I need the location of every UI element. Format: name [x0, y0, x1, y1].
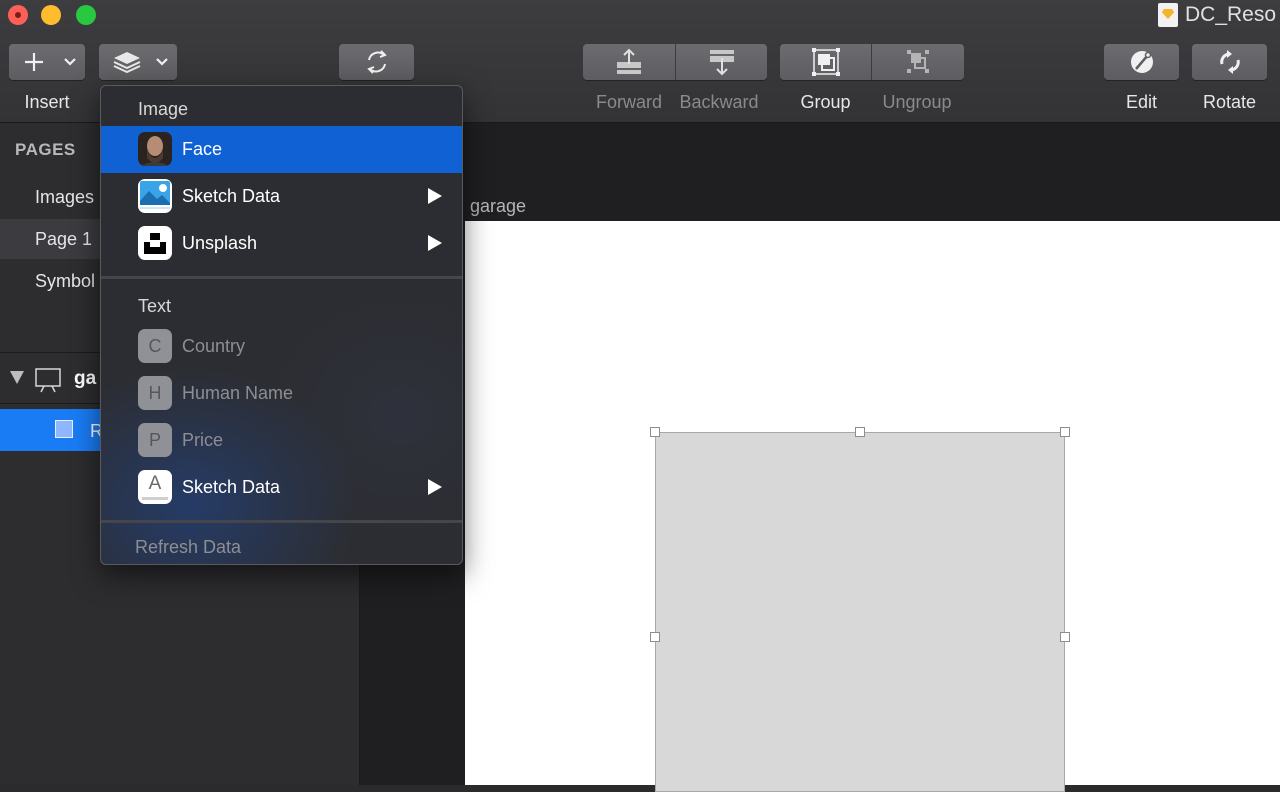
bring-forward-icon: [617, 48, 641, 74]
menu-item-face[interactable]: Face: [101, 126, 462, 173]
layer-name-artboard: ga: [74, 368, 97, 389]
menu-section-image: Image: [138, 99, 189, 119]
artboard-label[interactable]: garage: [470, 196, 526, 217]
backward-label: Backward: [679, 92, 759, 112]
edit-icon: [1130, 51, 1153, 73]
pages-header: PAGES: [15, 140, 76, 159]
menu-item-unsplash[interactable]: Unsplash: [101, 220, 462, 267]
menu-separator: [101, 520, 462, 523]
menu-item-label: Country: [182, 336, 246, 356]
page-item-label: Symbol: [35, 271, 96, 291]
menu-separator: [101, 276, 462, 279]
menu-item-price[interactable]: P Price: [101, 417, 462, 464]
submenu-arrow-icon: [428, 479, 442, 495]
group-button[interactable]: [780, 44, 871, 80]
rectangle-layer-icon: [55, 420, 73, 438]
insert-button[interactable]: [9, 44, 85, 80]
menu-item-refresh-data[interactable]: Refresh Data: [135, 537, 241, 558]
window-title-text: DC_Reso: [1185, 3, 1277, 26]
backward-button[interactable]: [676, 44, 767, 80]
resize-handle-top-right[interactable]: [1060, 427, 1070, 437]
menu-item-country[interactable]: C Country: [101, 323, 462, 370]
submenu-arrow-icon: [428, 188, 442, 204]
ungroup-icon: [907, 50, 929, 73]
selected-rectangle-shape[interactable]: [655, 432, 1065, 792]
face-photo-icon: [138, 132, 172, 166]
data-menu: Image Face Sketch Data Unsplash Text C C…: [100, 85, 463, 565]
send-backward-icon: [709, 50, 734, 76]
refresh-icon: [366, 50, 387, 74]
window-title: DC_Reso: [1158, 2, 1276, 28]
plus-icon: [25, 53, 76, 71]
letter-p-icon: P: [138, 423, 172, 457]
sketch-document-icon: [1158, 3, 1178, 27]
menu-item-label: Human Name: [182, 383, 294, 403]
resize-handle-top-left[interactable]: [650, 427, 660, 437]
group-icon: [811, 48, 840, 76]
edit-button[interactable]: [1104, 44, 1179, 80]
menu-item-sketch-data-text[interactable]: A Sketch Data: [101, 464, 462, 511]
data-button[interactable]: [99, 44, 177, 80]
submenu-arrow-icon: [428, 235, 442, 251]
edit-label: Edit: [1125, 92, 1158, 112]
sketch-data-text-icon: A: [138, 470, 172, 504]
window-minimize-button[interactable]: [41, 5, 61, 25]
insert-label: Insert: [24, 92, 70, 112]
menu-item-label: Price: [182, 430, 224, 450]
ungroup-button[interactable]: [872, 44, 964, 80]
sketch-data-image-icon: [138, 179, 172, 213]
resize-handle-left[interactable]: [650, 632, 660, 642]
ungroup-label: Ungroup: [882, 92, 952, 112]
forward-label: Forward: [595, 92, 662, 112]
page-item-label: Page 1: [35, 229, 93, 249]
window-zoom-button[interactable]: [76, 5, 96, 25]
menu-item-sketch-data-image[interactable]: Sketch Data: [101, 173, 462, 220]
forward-button[interactable]: [583, 44, 675, 80]
menu-item-label: Sketch Data: [182, 186, 281, 206]
letter-h-icon: H: [138, 376, 172, 410]
unsplash-icon: [138, 226, 172, 260]
menu-item-label: Unsplash: [182, 233, 258, 253]
rotate-button[interactable]: [1192, 44, 1267, 80]
artboard-icon: [35, 368, 61, 393]
rotate-icon: [1219, 50, 1240, 74]
menu-item-label: Face: [182, 139, 223, 159]
menu-item-label: Sketch Data: [182, 477, 281, 497]
menu-item-human-name[interactable]: H Human Name: [101, 370, 462, 417]
disclosure-triangle-icon[interactable]: [10, 371, 24, 384]
group-label: Group: [800, 92, 851, 112]
resize-handle-right[interactable]: [1060, 632, 1070, 642]
sketch-data-text-letter: A: [148, 473, 162, 494]
letter-c-icon: C: [138, 329, 172, 363]
resize-handle-top[interactable]: [855, 427, 865, 437]
refresh-data-button[interactable]: [339, 44, 414, 80]
chevron-down-icon: [64, 58, 76, 66]
menu-section-text: Text: [138, 296, 172, 316]
rotate-label: Rotate: [1202, 92, 1257, 112]
window-close-button[interactable]: [8, 5, 28, 25]
page-item-label: Images: [35, 187, 95, 207]
data-layers-icon: [113, 52, 168, 74]
